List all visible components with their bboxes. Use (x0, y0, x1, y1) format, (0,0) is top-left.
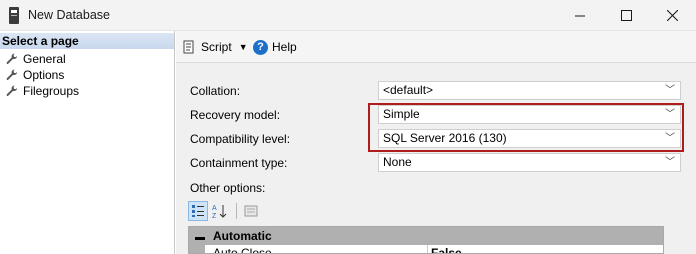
page-item-options[interactable]: Options (6, 67, 64, 83)
property-divider (427, 245, 428, 253)
collation-value: <default> (383, 83, 434, 97)
help-button[interactable]: ? Help (253, 39, 297, 55)
highlight-box (368, 103, 684, 152)
toolbar-separator (236, 203, 237, 219)
page-item-label: Options (23, 68, 65, 82)
close-button[interactable] (649, 0, 695, 31)
wrench-icon (6, 85, 18, 96)
categorized-icon (192, 205, 204, 217)
maximize-icon (620, 10, 632, 21)
chevron-down-icon: ﹀ (665, 157, 675, 168)
help-label: Help (272, 40, 297, 54)
page-selector-header: Select a page (0, 33, 174, 49)
sort-alphabetical-icon: A Z (212, 205, 227, 219)
minimize-icon (575, 15, 585, 16)
wrench-icon (6, 53, 18, 64)
svg-text:A: A (212, 205, 217, 212)
options-pane: Script ▼ ? Help Collation: <default> ﹀ R… (176, 31, 696, 254)
window-title: New Database (28, 8, 110, 22)
script-icon (183, 40, 194, 54)
containment-type-dropdown[interactable]: None ﹀ (378, 153, 681, 172)
compatibility-level-label: Compatibility level: (190, 132, 291, 146)
maximize-button[interactable] (603, 0, 649, 31)
title-bar: New Database (0, 0, 696, 31)
chevron-down-icon: ﹀ (665, 85, 675, 96)
page-selector-pane: Select a page General Options Filegroups (0, 31, 175, 254)
categorized-button[interactable] (188, 201, 208, 221)
property-grid-toolbar: A Z (188, 201, 263, 221)
dialog-toolbar: Script ▼ ? Help (176, 31, 696, 63)
other-options-label: Other options: (190, 181, 266, 195)
help-icon: ? (253, 39, 268, 55)
property-row[interactable]: Auto Close False (189, 245, 663, 254)
alphabetical-button[interactable]: A Z (210, 201, 230, 221)
minimize-button[interactable] (557, 0, 603, 31)
wrench-icon (6, 69, 18, 80)
property-name: Auto Close (213, 246, 272, 254)
category-row-automatic[interactable]: ▬ Automatic (189, 227, 663, 245)
property-grid: ▬ Automatic Auto Close False (188, 226, 664, 254)
category-label: Automatic (213, 229, 272, 243)
svg-text:Z: Z (212, 213, 217, 219)
property-value[interactable]: False (431, 246, 462, 253)
property-pages-icon (244, 205, 258, 217)
database-icon (9, 7, 19, 24)
recovery-model-label: Recovery model: (190, 108, 281, 122)
page-item-general[interactable]: General (6, 51, 66, 67)
containment-type-label: Containment type: (190, 156, 288, 170)
script-label: Script (201, 40, 232, 54)
containment-type-value: None (383, 155, 412, 169)
page-item-filegroups[interactable]: Filegroups (6, 83, 79, 99)
script-button[interactable]: Script ▼ (182, 39, 248, 55)
page-item-label: General (23, 52, 66, 66)
property-pages-button[interactable] (241, 201, 261, 221)
page-item-label: Filegroups (23, 84, 80, 98)
property-row-gutter (189, 245, 205, 253)
dropdown-arrow-icon[interactable]: ▼ (239, 42, 248, 52)
collation-dropdown[interactable]: <default> ﹀ (378, 81, 681, 100)
collation-label: Collation: (190, 84, 241, 98)
close-icon (666, 10, 678, 21)
